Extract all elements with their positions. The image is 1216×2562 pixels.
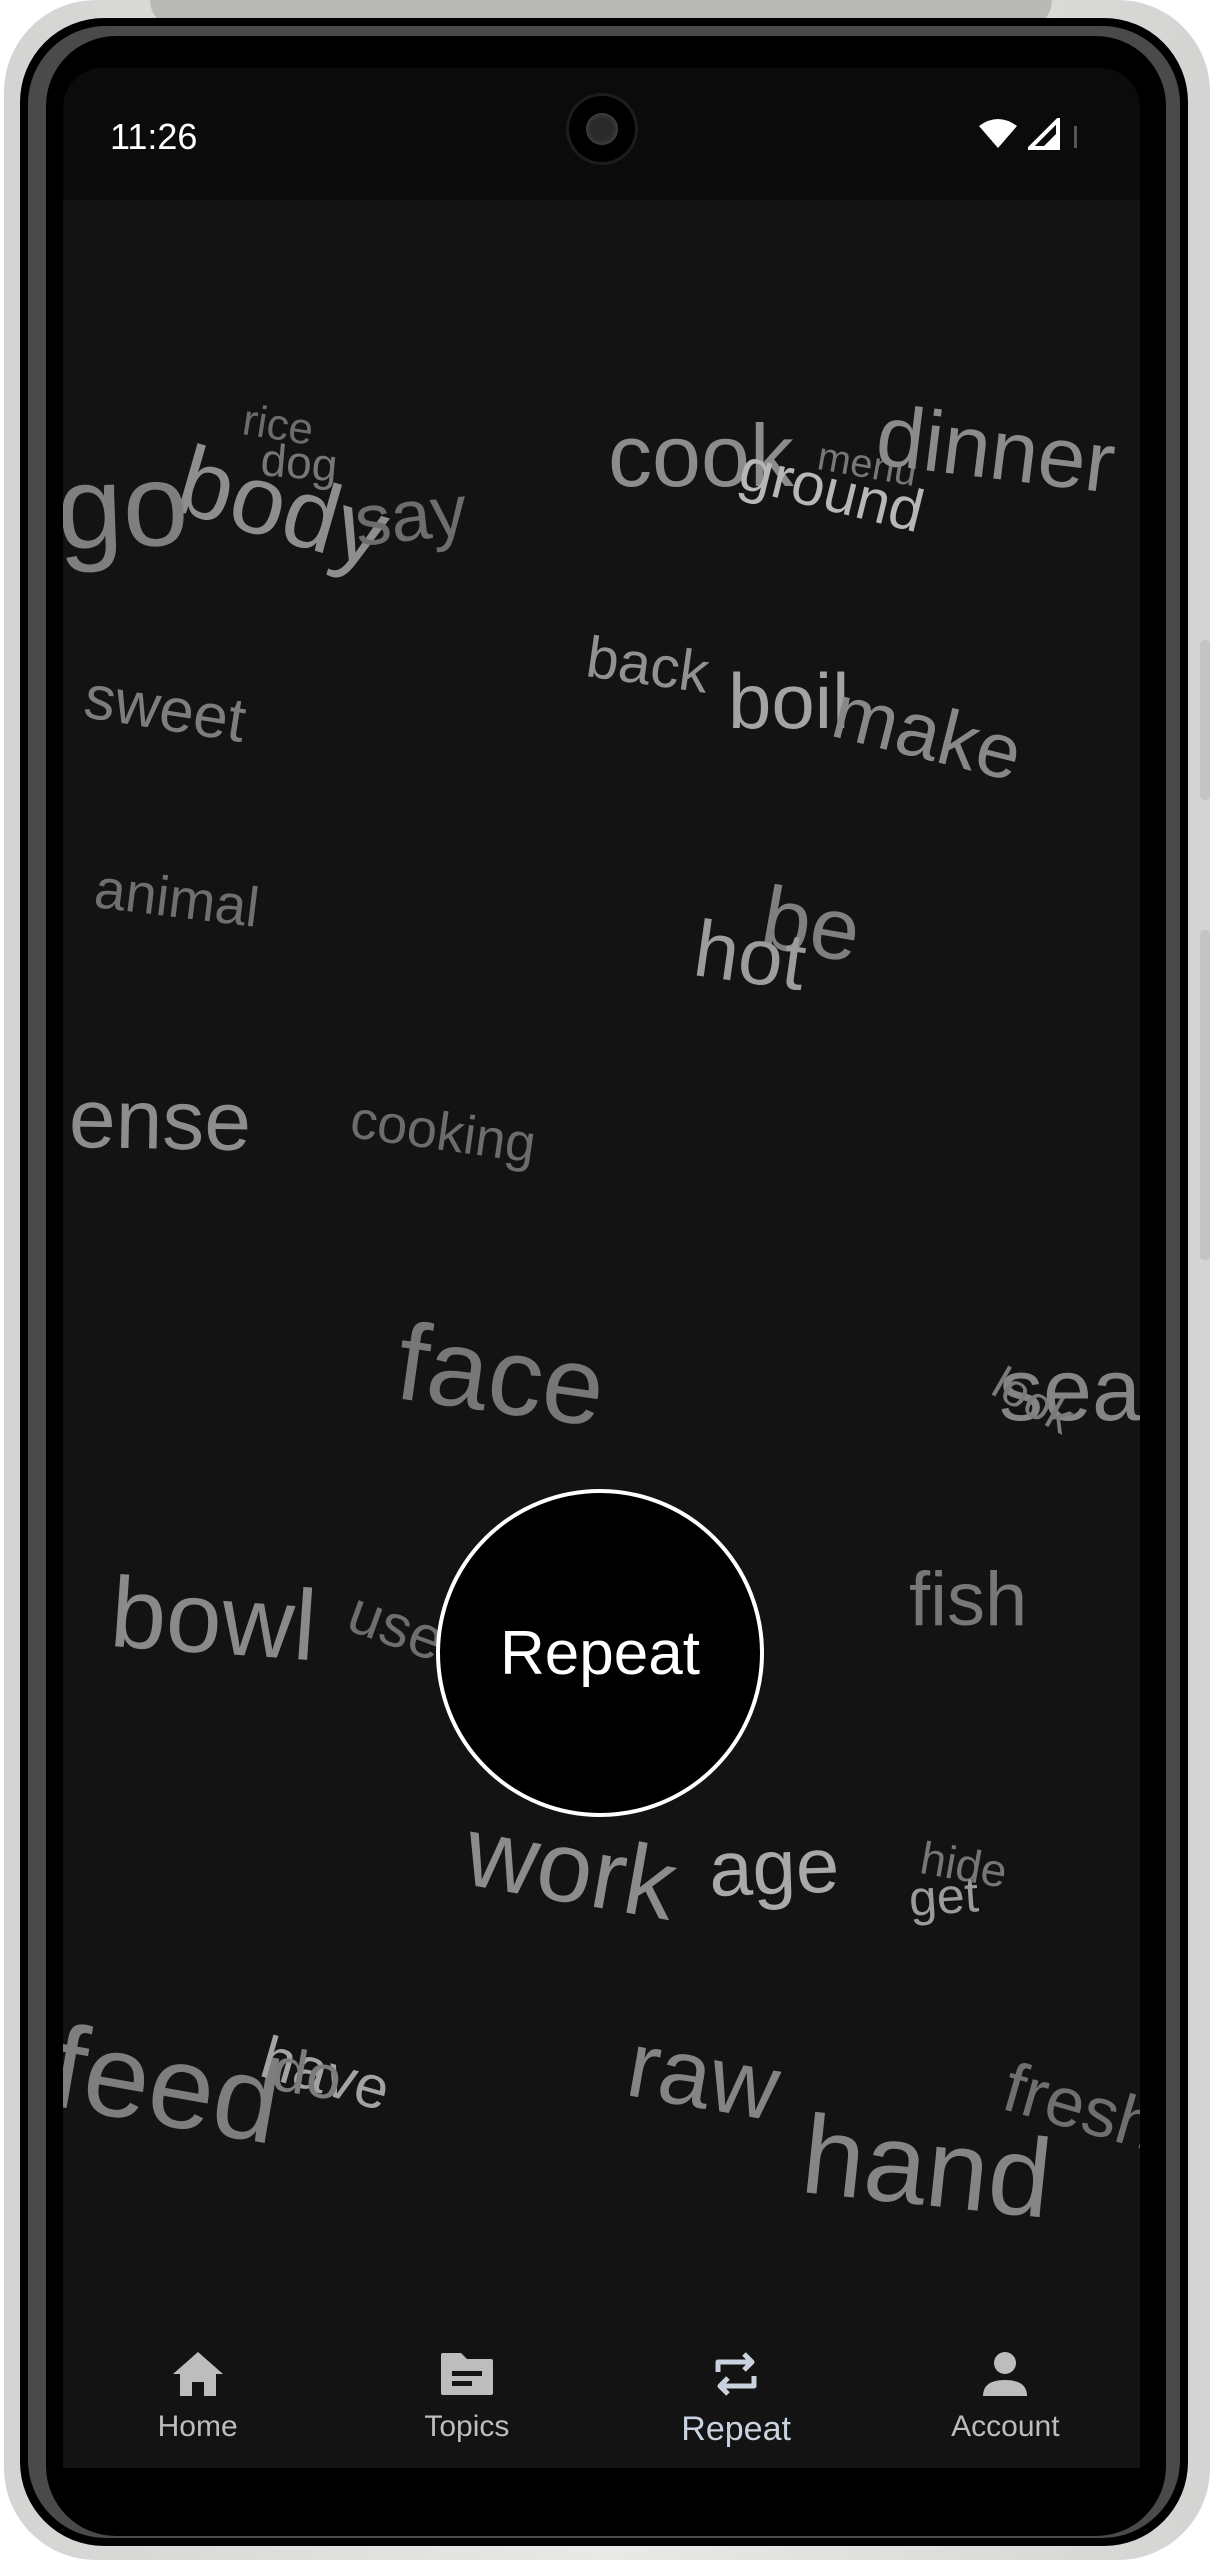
nav-item-home[interactable]: Home <box>63 2280 332 2468</box>
word-hot: hot <box>688 903 812 1008</box>
repeat-button-label: Repeat <box>500 1618 700 1688</box>
front-camera <box>569 96 635 162</box>
nav-label-home: Home <box>157 2410 238 2443</box>
nav-item-account[interactable]: Account <box>871 2280 1140 2468</box>
app-screen: 11:26 rice dog body go say cook ground m… <box>63 68 1140 2468</box>
word-work: work <box>457 1794 685 1942</box>
battery-icon <box>1070 118 1080 155</box>
word-say: say <box>350 470 471 562</box>
word-cloud: rice dog body go say cook ground menu di… <box>63 200 1140 2300</box>
nav-item-topics[interactable]: Topics <box>332 2280 601 2468</box>
nav-item-repeat[interactable]: Repeat <box>602 2280 871 2468</box>
word-raw: raw <box>619 2010 788 2141</box>
word-go: go <box>63 438 191 575</box>
status-icons <box>978 114 1080 156</box>
word-get: get <box>907 1866 981 1927</box>
word-cooking: cooking <box>346 1089 540 1175</box>
word-fish: fish <box>909 1557 1028 1642</box>
wifi-icon <box>978 118 1018 155</box>
power-button <box>1200 930 1210 1260</box>
status-bar: 11:26 <box>63 68 1140 200</box>
nav-label-account: Account <box>951 2410 1060 2443</box>
home-icon <box>168 2344 228 2404</box>
account-icon <box>975 2344 1035 2404</box>
repeat-button[interactable]: Repeat <box>436 1489 764 1817</box>
device-frame: 11:26 rice dog body go say cook ground m… <box>0 0 1216 2562</box>
word-bowl: bowl <box>107 1556 321 1683</box>
word-do: do <box>267 2034 347 2115</box>
word-age: age <box>707 1820 841 1913</box>
nav-label-topics: Topics <box>424 2410 510 2443</box>
word-sweet: sweet <box>79 662 251 756</box>
bottom-navigation: Home Topics Repeat Account <box>63 2280 1140 2468</box>
signal-icon <box>1025 114 1060 155</box>
word-make: make <box>824 666 1031 798</box>
word-face: face <box>389 1299 613 1451</box>
repeat-icon <box>706 2344 766 2404</box>
word-ense: ense <box>68 1071 252 1169</box>
status-time: 11:26 <box>110 116 198 157</box>
volume-button <box>1200 640 1210 800</box>
word-back: back <box>582 624 713 706</box>
word-animal: animal <box>91 856 263 939</box>
topics-icon <box>437 2344 497 2404</box>
nav-label-repeat: Repeat <box>681 2410 791 2448</box>
